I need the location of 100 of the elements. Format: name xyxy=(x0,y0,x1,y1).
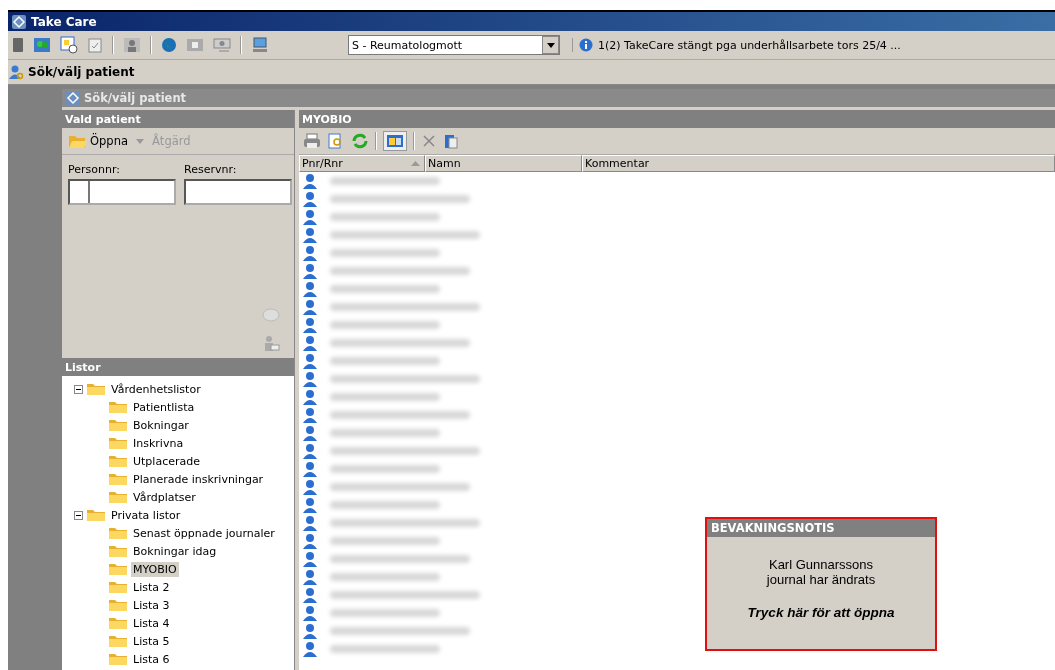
tree-item[interactable]: Vårdenhetslistor xyxy=(109,381,203,397)
people-icon[interactable] xyxy=(33,37,51,53)
person-icon xyxy=(302,299,318,315)
checklist-icon[interactable] xyxy=(87,37,103,53)
column-header[interactable]: Pnr/Rnr xyxy=(299,155,425,172)
person-card-icon[interactable] xyxy=(123,37,141,53)
layout-icon[interactable] xyxy=(383,131,407,151)
column-header[interactable]: Namn xyxy=(425,155,582,172)
printer-icon[interactable] xyxy=(303,133,321,149)
field-label: Personnr: xyxy=(68,163,121,176)
calendar-clock-icon[interactable] xyxy=(60,36,78,54)
tree-item[interactable]: Inskrivna xyxy=(131,435,186,451)
folder-icon xyxy=(108,436,128,450)
folder-icon xyxy=(108,598,128,612)
tree-item[interactable]: Senast öppnade journaler xyxy=(131,525,277,541)
app-logo-icon xyxy=(11,13,27,30)
unit-select[interactable]: S - Reumatologmott xyxy=(348,35,560,55)
person-icon xyxy=(302,371,318,387)
notification-popup[interactable]: BEVAKNINGSNOTIS Karl Gunnarssons journal har ändrats Tryck här för att öppna xyxy=(705,517,937,651)
globe-icon[interactable] xyxy=(161,37,177,53)
person-icon xyxy=(302,335,318,351)
person-icon xyxy=(302,533,318,549)
tree-item[interactable]: Planerade inskrivningar xyxy=(131,471,266,487)
notification-action[interactable]: Tryck här för att öppna xyxy=(747,605,895,620)
person-icon xyxy=(302,587,318,603)
window-title: Take Care xyxy=(31,14,97,29)
inner-window-title: Sök/välj patient xyxy=(84,91,187,105)
folder-icon xyxy=(108,454,128,468)
tree-item[interactable]: Patientlista xyxy=(131,399,197,415)
folder-icon xyxy=(108,652,128,666)
person-icon xyxy=(302,515,318,531)
person-icon xyxy=(302,227,318,243)
folder-icon xyxy=(108,472,128,486)
notebook-icon[interactable] xyxy=(12,37,24,53)
folder-icon xyxy=(108,418,128,432)
collapse-icon[interactable] xyxy=(74,384,83,394)
folder-icon xyxy=(108,580,128,594)
info-icon xyxy=(579,38,593,52)
sort-ascending-icon xyxy=(411,161,420,166)
folder-icon xyxy=(108,400,128,414)
folder-open-icon xyxy=(68,133,88,149)
person-icon xyxy=(302,479,318,495)
person-icon xyxy=(302,569,318,585)
tree-item[interactable]: MYOBIO xyxy=(131,561,179,577)
tree-item[interactable]: Lista 2 xyxy=(131,579,172,595)
close-icon[interactable] xyxy=(421,133,437,149)
tree-item[interactable]: Lista 3 xyxy=(131,597,172,613)
person-icon xyxy=(302,461,318,477)
input-field[interactable] xyxy=(68,179,176,205)
refresh-icon[interactable] xyxy=(351,133,369,149)
caret-icon xyxy=(136,138,144,144)
person-icon xyxy=(302,497,318,513)
action-button[interactable]: Öppna xyxy=(66,133,130,149)
tree-item[interactable]: Utplacerade xyxy=(131,453,202,469)
tree-item[interactable]: Bokningar idag xyxy=(131,543,219,559)
tree-item[interactable]: Privata listor xyxy=(109,507,183,523)
tree-item[interactable]: Lista 4 xyxy=(131,615,172,631)
person-icon xyxy=(302,209,318,225)
folder-icon xyxy=(108,544,128,558)
panel-header: Vald patient xyxy=(62,110,294,128)
folder-icon xyxy=(86,508,106,522)
person-icon xyxy=(302,425,318,441)
person-icon xyxy=(302,317,318,333)
info-message[interactable]: 1(2) TakeCare stängt pga underhållsarbete tors 25/4 ... xyxy=(598,38,901,52)
person-icon xyxy=(302,173,318,189)
folder-icon xyxy=(108,634,128,648)
folder-icon xyxy=(86,382,106,396)
folder-icon xyxy=(108,490,128,504)
folder-icon xyxy=(108,616,128,630)
tree-item[interactable]: Lista 6 xyxy=(131,651,172,667)
caret-icon xyxy=(546,42,555,48)
input-field[interactable] xyxy=(184,179,292,205)
person-icon xyxy=(302,245,318,261)
person-icon xyxy=(302,389,318,405)
tree-item[interactable]: Lista 5 xyxy=(131,633,172,649)
person-card-icon[interactable] xyxy=(262,334,280,352)
person-icon xyxy=(302,623,318,639)
computer-icon[interactable] xyxy=(251,37,269,53)
clipboard-icon[interactable] xyxy=(443,133,459,149)
person-search-icon xyxy=(8,64,24,80)
tree-item[interactable]: Bokningar xyxy=(131,417,191,433)
field-label: Reservnr: xyxy=(184,163,238,176)
person-icon xyxy=(302,551,318,567)
tree-item[interactable]: Vårdplatser xyxy=(131,489,198,505)
person-icon xyxy=(302,443,318,459)
panel-header: MYOBIO xyxy=(299,110,1055,128)
folder-icon xyxy=(108,562,128,576)
collapse-icon[interactable] xyxy=(74,510,83,520)
breadcrumb-title: Sök/välj patient xyxy=(28,65,135,79)
column-header[interactable]: Kommentar xyxy=(582,155,1055,172)
app-logo-icon xyxy=(66,91,80,105)
person-icon xyxy=(302,641,318,657)
person-icon xyxy=(302,191,318,207)
person-icon xyxy=(302,263,318,279)
folder-icon xyxy=(108,526,128,540)
person-icon xyxy=(302,605,318,621)
person-icon xyxy=(302,407,318,423)
person-icon xyxy=(302,281,318,297)
person-icon xyxy=(302,353,318,369)
notification-message: Karl Gunnarssons journal har ändrats xyxy=(766,557,876,587)
